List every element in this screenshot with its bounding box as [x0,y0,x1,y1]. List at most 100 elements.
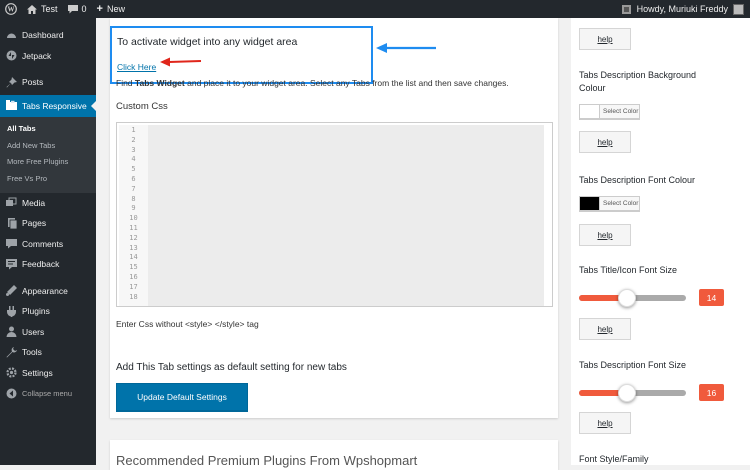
jetpack-icon [5,50,17,62]
menu-dashboard[interactable]: Dashboard [0,25,96,46]
color-swatch [580,197,600,210]
menu-label: Media [22,197,46,208]
comment-bubble-icon [67,4,78,14]
line-number-gutter: 1 2 3 4 5 6 7 8 9 10 11 12 13 14 15 16 17 18 [119,125,148,306]
menu-label: Tabs Responsive [22,100,87,111]
menu-media[interactable]: Media [0,193,96,214]
help-button[interactable]: help [579,412,631,434]
menu-label: Users [22,326,45,337]
menu-appearance[interactable]: Appearance [0,281,96,302]
widget-notice-box: To activate widget into any widget area … [110,26,373,84]
custom-css-label: Custom Css [116,101,168,112]
menu-label: Posts [22,77,44,88]
pin-icon [5,76,17,88]
tabs-icon [5,100,17,112]
home-icon [27,4,37,14]
network-icon [621,4,631,14]
menu-tools[interactable]: Tools [0,342,96,363]
desc-font-colour-picker[interactable]: Select Color [579,196,640,211]
appearance-icon [5,285,17,297]
line-number: 1 [131,126,136,134]
line-number: 13 [129,243,138,252]
new-content-link[interactable]: + New [92,0,130,18]
desc-font-size-label: Tabs Description Font Size [579,360,687,370]
update-default-settings-button[interactable]: Update Default Settings [116,383,248,411]
line-number: 2 [131,135,136,144]
color-swatch [580,105,600,118]
menu-label: Appearance [22,285,68,296]
avatar [733,3,744,15]
desc-font-size-slider[interactable] [579,384,686,402]
admin-bar: W Test 0 + New Howdy, Muriuki Freddy [0,0,750,18]
title-font-size-value: 14 [699,289,724,306]
default-settings-label: Add This Tab settings as default setting… [116,362,347,373]
tabs-submenu: All Tabs Add New Tabs More Free Plugins … [0,116,96,193]
menu-tabs-responsive[interactable]: Tabs Responsive [0,94,96,117]
dashboard-icon [5,29,17,41]
line-number: 16 [129,272,138,281]
right-settings-column: help Tabs Description Background Colour … [571,18,750,465]
menu-plugins[interactable]: Plugins [0,301,96,322]
line-number: 4 [131,155,136,164]
slider-handle[interactable] [618,289,637,307]
help-button[interactable]: help [579,318,631,340]
css-hint: Enter Css without <style> </style> tag [116,319,259,329]
submenu-free-vs-pro[interactable]: Free Vs Pro [0,170,96,187]
line-number: 18 [129,292,138,301]
slider-handle[interactable] [618,384,637,402]
settings-panel: To activate widget into any widget area … [110,18,558,418]
help-button[interactable]: help [579,28,631,50]
menu-users[interactable]: Users [0,322,96,343]
find-widget-instructions: Find Tabs Widget and place it to your wi… [116,78,509,88]
menu-collapse[interactable]: Collapse menu [0,383,96,404]
blue-arrow-icon [376,43,436,53]
howdy-text: Howdy, Muriuki Freddy [636,4,728,14]
css-code-area[interactable] [148,125,544,306]
menu-label: Jetpack [22,50,52,61]
menu-feedback[interactable]: Feedback [0,254,96,275]
menu-posts[interactable]: Posts [0,72,96,93]
site-name-link[interactable]: Test [22,0,63,18]
comments-link[interactable]: 0 [63,0,92,18]
notice-title: To activate widget into any widget area [117,36,298,48]
find-prefix: Find [116,78,133,88]
line-number: 7 [131,184,136,193]
menu-label: Dashboard [22,30,64,41]
user-account-link[interactable]: Howdy, Muriuki Freddy [617,0,750,18]
media-icon [5,197,17,209]
submenu-add-new-tabs[interactable]: Add New Tabs [0,137,96,154]
users-icon [5,326,17,338]
line-number: 15 [129,263,138,272]
desc-bg-colour-picker[interactable]: Select Color [579,104,640,119]
menu-label: Settings [22,367,53,378]
help-button[interactable]: help [579,224,631,246]
wordpress-logo-icon[interactable]: W [0,0,22,18]
line-number: 10 [129,214,138,223]
line-number: 8 [131,194,136,203]
menu-label: Feedback [22,259,60,270]
menu-label: Comments [22,238,64,249]
desc-font-size-value: 16 [699,384,724,401]
line-number: 9 [131,204,136,213]
menu-label: Plugins [22,306,50,317]
submenu-more-free-plugins[interactable]: More Free Plugins [0,154,96,171]
plugins-icon [5,305,17,317]
custom-css-editor[interactable]: 1 2 3 4 5 6 7 8 9 10 11 12 13 14 15 16 17 18 [116,122,553,307]
menu-comments[interactable]: Comments [0,234,96,255]
menu-jetpack[interactable]: Jetpack [0,46,96,67]
menu-settings[interactable]: Settings [0,363,96,384]
line-number: 12 [129,233,138,242]
menu-pages[interactable]: Pages [0,213,96,234]
submenu-all-tabs[interactable]: All Tabs [0,121,96,138]
title-font-size-slider[interactable] [579,289,686,307]
select-color-label: Select Color [603,108,639,115]
site-name-label: Test [41,4,58,14]
font-style-family-label: Font Style/Family [579,454,649,464]
comments-icon [5,238,17,250]
click-here-link[interactable]: Click Here [117,62,156,72]
tabs-widget-bold: Tabs Widget [134,78,185,88]
help-button[interactable]: help [579,131,631,153]
desc-bg-colour-label: Tabs Description Background Colour [579,70,697,93]
pages-icon [5,217,17,229]
recommended-plugins-panel: Recommended Premium Plugins From Wpshopm… [110,440,558,470]
